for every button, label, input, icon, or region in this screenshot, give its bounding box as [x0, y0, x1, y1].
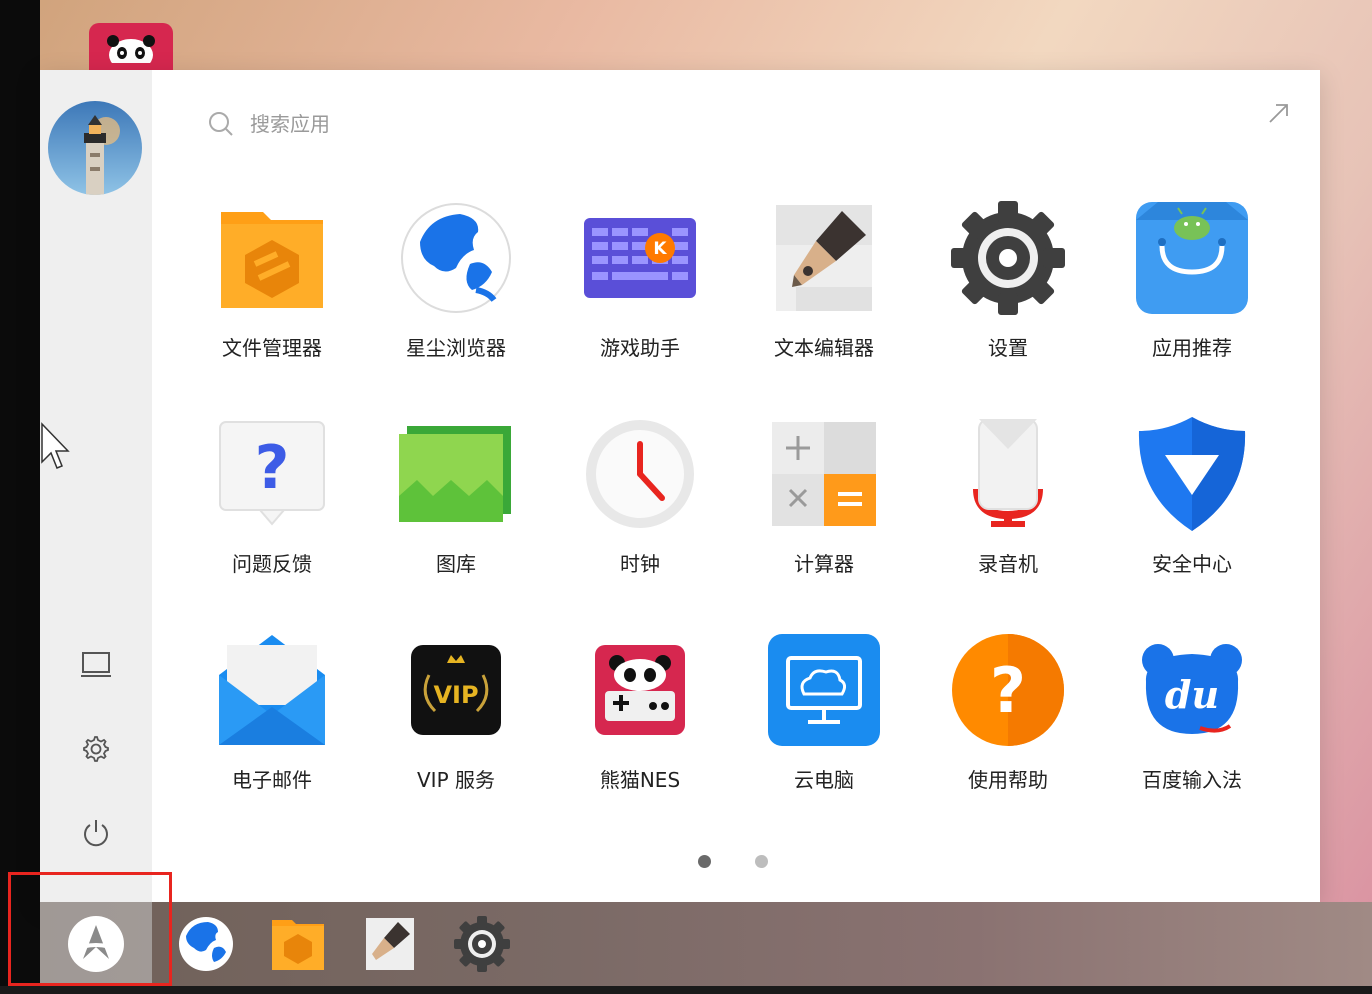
app-vip-service[interactable]: VIP VIP 服务 [364, 632, 548, 822]
app-label: VIP 服务 [417, 768, 495, 792]
help-icon: ? [950, 632, 1066, 748]
svg-text:?: ? [990, 654, 1026, 727]
folder-icon [214, 200, 330, 316]
app-calculator[interactable]: 计算器 [732, 416, 916, 606]
search-bar[interactable] [208, 106, 628, 142]
app-recorder[interactable]: 录音机 [916, 416, 1100, 606]
taskbar-settings[interactable] [454, 916, 510, 972]
power-button[interactable] [76, 813, 116, 853]
left-edge [0, 0, 40, 994]
app-label: 游戏助手 [600, 336, 680, 360]
app-grid: 文件管理器 星尘浏览器 K 游戏助手 文本编辑器 设置 应用推荐 ? 问题反馈 … [180, 200, 1280, 800]
taskbar [40, 902, 1372, 986]
laptop-icon [81, 652, 111, 677]
expand-button[interactable] [1266, 100, 1292, 126]
app-label: 图库 [436, 552, 476, 576]
bottom-edge [0, 986, 1372, 994]
recorder-icon [950, 416, 1066, 532]
app-settings[interactable]: 设置 [916, 200, 1100, 390]
app-label: 应用推荐 [1152, 336, 1232, 360]
page-indicator [698, 853, 807, 872]
clock-icon [582, 416, 698, 532]
app-file-manager[interactable]: 文件管理器 [180, 200, 364, 390]
keyboard-game-icon: K [582, 200, 698, 316]
gear-settings-icon [950, 200, 1066, 316]
app-label: 百度输入法 [1142, 768, 1242, 792]
app-label: 星尘浏览器 [406, 336, 506, 360]
app-label: 电子邮件 [232, 768, 312, 792]
svg-text:?: ? [255, 433, 290, 503]
highlight-box [8, 872, 172, 986]
app-label: 问题反馈 [232, 552, 312, 576]
baidu-input-icon: du [1134, 632, 1250, 748]
vip-icon: VIP [398, 632, 514, 748]
arrow-up-right-icon [1269, 104, 1288, 123]
app-label: 云电脑 [794, 768, 854, 792]
app-cloud-computer[interactable]: 云电脑 [732, 632, 916, 822]
app-stardust-browser[interactable]: 星尘浏览器 [364, 200, 548, 390]
shopping-bag-icon [1134, 200, 1250, 316]
cloud-computer-icon [766, 632, 882, 748]
svg-text:K: K [653, 239, 667, 259]
user-avatar[interactable] [48, 101, 142, 195]
folder-icon [272, 920, 324, 970]
settings-button[interactable] [76, 729, 116, 769]
app-label: 文件管理器 [222, 336, 322, 360]
gear-icon [83, 736, 109, 762]
app-label: 文本编辑器 [774, 336, 874, 360]
globe-browser-icon [398, 200, 514, 316]
app-game-assistant[interactable]: K 游戏助手 [548, 200, 732, 390]
app-baidu-input[interactable]: du 百度输入法 [1100, 632, 1284, 822]
app-label: 录音机 [978, 552, 1038, 576]
taskbar-file-manager[interactable] [270, 916, 326, 972]
app-clock[interactable]: 时钟 [548, 416, 732, 606]
app-label: 安全中心 [1152, 552, 1232, 576]
app-feedback[interactable]: ? 问题反馈 [180, 416, 364, 606]
globe-browser-icon [179, 917, 233, 971]
app-panda-nes[interactable]: 熊猫NES [548, 632, 732, 822]
app-security-center[interactable]: 安全中心 [1100, 416, 1284, 606]
svg-text:VIP: VIP [433, 681, 478, 709]
calculator-icon [766, 416, 882, 532]
mouse-cursor-icon [40, 422, 70, 476]
desktop-toggle-button[interactable] [76, 645, 116, 685]
background-panda-app-icon [89, 23, 173, 70]
question-bubble-icon: ? [214, 416, 330, 532]
taskbar-text-editor[interactable] [362, 916, 418, 972]
pen-editor-icon [366, 918, 414, 970]
app-recommendations[interactable]: 应用推荐 [1100, 200, 1284, 390]
svg-text:du: du [1165, 672, 1219, 717]
app-label: 设置 [988, 336, 1028, 360]
app-text-editor[interactable]: 文本编辑器 [732, 200, 916, 390]
taskbar-browser[interactable] [178, 916, 234, 972]
app-label: 熊猫NES [599, 768, 681, 792]
app-user-help[interactable]: ? 使用帮助 [916, 632, 1100, 822]
page-dot-1[interactable] [698, 855, 711, 868]
app-email[interactable]: 电子邮件 [180, 632, 364, 822]
launcher-sidebar [40, 70, 152, 902]
app-gallery[interactable]: 图库 [364, 416, 548, 606]
app-label: 计算器 [794, 552, 854, 576]
app-label: 时钟 [620, 552, 660, 576]
search-icon [209, 112, 233, 136]
search-input[interactable] [248, 111, 552, 137]
gear-settings-icon [454, 916, 510, 972]
shield-icon [1134, 416, 1250, 532]
pen-editor-icon [766, 200, 882, 316]
gallery-icon [398, 416, 514, 532]
mail-icon [214, 632, 330, 748]
page-dot-2[interactable] [755, 855, 769, 868]
panda-nes-icon [582, 632, 698, 748]
app-launcher-panel: 文件管理器 星尘浏览器 [40, 70, 1320, 902]
app-label: 使用帮助 [968, 768, 1048, 792]
power-icon [84, 820, 108, 847]
